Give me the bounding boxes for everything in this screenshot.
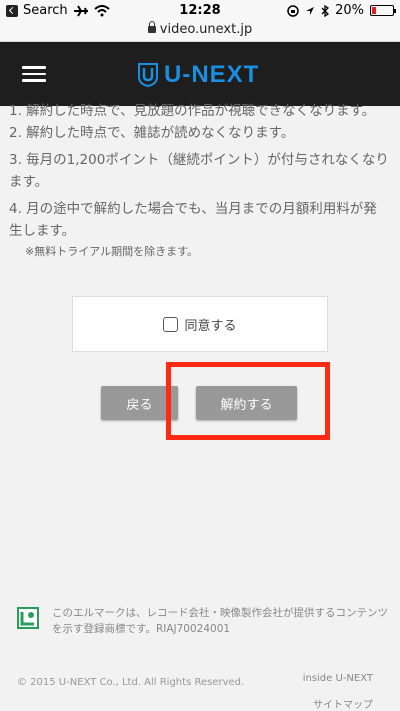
l-mark-icon	[17, 607, 39, 629]
agree-checkbox[interactable]	[163, 316, 179, 332]
battery-icon	[370, 5, 396, 16]
logo[interactable]: U-NEXT	[138, 61, 259, 89]
site-header: U-NEXT	[0, 42, 400, 106]
menu-icon[interactable]	[22, 66, 46, 82]
trial-note: ※無料トライアル期間を除きます。	[25, 245, 199, 258]
logo-text: U-NEXT	[164, 61, 260, 88]
note-item-4: 4. 月の途中で解約した場合でも、当月までの月額利用料が発生します。	[9, 201, 377, 239]
sitemap-link[interactable]: サイトマップ	[313, 696, 373, 711]
status-bar: Search 12:28 20%	[0, 0, 400, 22]
url-bar[interactable]: video.unext.jp	[0, 21, 400, 42]
location-icon	[306, 6, 315, 15]
bluetooth-icon	[321, 4, 330, 17]
agree-checkbox-container[interactable]: 同意する	[72, 296, 328, 352]
copyright: © 2015 U-NEXT Co., Ltd. All Rights Reser…	[17, 677, 245, 688]
lock-icon	[147, 21, 156, 33]
battery-percent: 20%	[335, 3, 364, 18]
inside-unext-link[interactable]: inside U-NEXT	[303, 673, 373, 684]
note-item-1: 1. 解約した時点で、見放題の作品が視聴できなくなります。	[9, 103, 376, 116]
u-next-shield-icon	[138, 63, 158, 87]
riaj-text: このエルマークは、レコード会社・映像製作会社が提供するコンテンツを示す登録商標で…	[52, 607, 388, 635]
note-item-3: 3. 毎月の1,200ポイント（継続ポイント）が付与されなくなります。	[9, 152, 389, 190]
note-item-2: 2. 解約した時点で、雑誌が読めなくなります。	[9, 125, 295, 141]
cancellation-notes: 1. 解約した時点で、見放題の作品が視聴できなくなります。 2. 解約した時点で…	[9, 103, 389, 260]
highlight-box	[166, 362, 330, 440]
url-text: video.unext.jp	[159, 22, 253, 37]
agree-label[interactable]: 同意する	[184, 315, 236, 334]
rotation-lock-icon	[287, 4, 299, 17]
